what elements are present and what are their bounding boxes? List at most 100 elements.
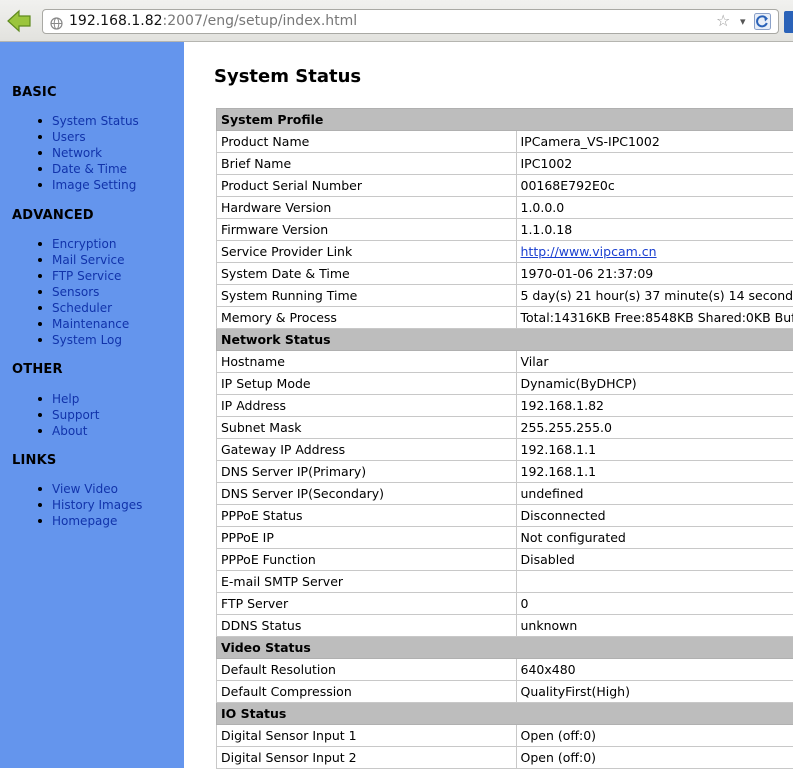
sidebar-item: Scheduler	[37, 300, 129, 316]
row-label: Product Serial Number	[217, 175, 517, 197]
extension-icon[interactable]	[784, 11, 793, 33]
sidebar-link-date-time[interactable]: Date & Time	[52, 162, 127, 176]
table-row: Service Provider Link http://www.vipcam.c…	[217, 241, 793, 263]
table-group-header: Video Status	[217, 637, 793, 659]
browser-toolbar: 192.168.1.82:2007/eng/setup/index.html ☆…	[0, 0, 793, 42]
service-provider-link[interactable]: http://www.vipcam.cn	[521, 244, 657, 259]
row-label: PPPoE Function	[217, 549, 517, 571]
sidebar-link-sensors[interactable]: Sensors	[52, 285, 99, 299]
row-value: 192.168.1.1	[516, 461, 793, 483]
section-title-basic: BASIC	[12, 85, 57, 100]
sidebar-link-view-video[interactable]: View Video	[52, 482, 118, 496]
nav-list-other: Help Support About	[37, 391, 99, 439]
row-label: Gateway IP Address	[217, 439, 517, 461]
row-label: IP Setup Mode	[217, 373, 517, 395]
sidebar-link-mail-service[interactable]: Mail Service	[52, 253, 125, 267]
row-value: 00168E792E0c	[516, 175, 793, 197]
row-value: Open (off:0)	[516, 725, 793, 747]
sidebar-item: Help	[37, 391, 99, 407]
url-path: :2007/eng/setup/index.html	[163, 13, 358, 29]
address-bar[interactable]: 192.168.1.82:2007/eng/setup/index.html ☆…	[42, 9, 779, 34]
row-label: Hardware Version	[217, 197, 517, 219]
table-row: E-mail SMTP Server	[217, 571, 793, 593]
sidebar-link-ftp-service[interactable]: FTP Service	[52, 269, 121, 283]
sidebar-link-network[interactable]: Network	[52, 146, 102, 160]
sidebar-link-encryption[interactable]: Encryption	[52, 237, 116, 251]
row-value: 640x480	[516, 659, 793, 681]
row-label: Default Resolution	[217, 659, 517, 681]
url-text: 192.168.1.82:2007/eng/setup/index.html	[69, 13, 357, 30]
row-value: 5 day(s) 21 hour(s) 37 minute(s) 14 seco…	[516, 285, 793, 307]
table-row: Brief NameIPC1002	[217, 153, 793, 175]
table-row: System Date & Time1970-01-06 21:37:09	[217, 263, 793, 285]
table-row: IP Setup ModeDynamic(ByDHCP)	[217, 373, 793, 395]
sidebar-link-scheduler[interactable]: Scheduler	[52, 301, 112, 315]
row-value: 1.0.0.0	[516, 197, 793, 219]
sidebar-item: Network	[37, 145, 139, 161]
table-row: DDNS Statusunknown	[217, 615, 793, 637]
row-value: 192.168.1.82	[516, 395, 793, 417]
row-value: Vilar	[516, 351, 793, 373]
table-row: FTP Server0	[217, 593, 793, 615]
back-arrow-icon[interactable]	[6, 9, 32, 33]
row-label: FTP Server	[217, 593, 517, 615]
sidebar-link-history-images[interactable]: History Images	[52, 498, 142, 512]
sidebar-link-support[interactable]: Support	[52, 408, 99, 422]
table-row: Gateway IP Address192.168.1.1	[217, 439, 793, 461]
row-label: IP Address	[217, 395, 517, 417]
sidebar-link-homepage[interactable]: Homepage	[52, 514, 117, 528]
sidebar-link-maintenance[interactable]: Maintenance	[52, 317, 129, 331]
row-value: undefined	[516, 483, 793, 505]
table-row: HostnameVilar	[217, 351, 793, 373]
row-label: System Running Time	[217, 285, 517, 307]
table-row: DNS Server IP(Primary)192.168.1.1	[217, 461, 793, 483]
row-value: 192.168.1.1	[516, 439, 793, 461]
row-value: 0	[516, 593, 793, 615]
table-group-header: IO Status	[217, 703, 793, 725]
bookmark-star-icon[interactable]: ☆	[716, 11, 730, 30]
table-row: System Running Time5 day(s) 21 hour(s) 3…	[217, 285, 793, 307]
table-row: Hardware Version1.0.0.0	[217, 197, 793, 219]
sidebar-link-image-setting[interactable]: Image Setting	[52, 178, 136, 192]
sidebar-item: View Video	[37, 481, 142, 497]
row-value: IPCamera_VS-IPC1002	[516, 131, 793, 153]
reload-icon[interactable]	[754, 13, 771, 30]
row-label: DDNS Status	[217, 615, 517, 637]
row-label: Digital Sensor Input 1	[217, 725, 517, 747]
table-group-header: Network Status	[217, 329, 793, 351]
row-label: DNS Server IP(Primary)	[217, 461, 517, 483]
table-row: Digital Sensor Input 1Open (off:0)	[217, 725, 793, 747]
row-value: http://www.vipcam.cn	[516, 241, 793, 263]
row-label: Firmware Version	[217, 219, 517, 241]
table-row: Default Resolution640x480	[217, 659, 793, 681]
globe-icon	[50, 15, 63, 28]
table-row: Product Serial Number00168E792E0c	[217, 175, 793, 197]
section-title-links: LINKS	[12, 453, 56, 468]
row-value: QualityFirst(High)	[516, 681, 793, 703]
sidebar-item: Homepage	[37, 513, 142, 529]
sidebar-link-users[interactable]: Users	[52, 130, 86, 144]
table-row: PPPoE StatusDisconnected	[217, 505, 793, 527]
group-heading: System Profile	[217, 109, 793, 131]
row-value: Open (off:0)	[516, 747, 793, 769]
row-value: 1.1.0.18	[516, 219, 793, 241]
sidebar-link-help[interactable]: Help	[52, 392, 79, 406]
sidebar-item: System Status	[37, 113, 139, 129]
sidebar-link-about[interactable]: About	[52, 424, 87, 438]
table-row: Default CompressionQualityFirst(High)	[217, 681, 793, 703]
group-heading: IO Status	[217, 703, 793, 725]
history-dropdown-icon[interactable]: ▾	[740, 15, 746, 28]
sidebar-link-system-status[interactable]: System Status	[52, 114, 139, 128]
sidebar-item: Image Setting	[37, 177, 139, 193]
row-value: IPC1002	[516, 153, 793, 175]
sidebar-link-system-log[interactable]: System Log	[52, 333, 122, 347]
row-value: unknown	[516, 615, 793, 637]
row-label: Service Provider Link	[217, 241, 517, 263]
row-value: Total:14316KB Free:8548KB Shared:0KB Buf…	[516, 307, 793, 329]
sidebar-item: Sensors	[37, 284, 129, 300]
group-heading: Video Status	[217, 637, 793, 659]
sidebar-item: System Log	[37, 332, 129, 348]
table-row: PPPoE IPNot configurated	[217, 527, 793, 549]
table-group-header: System Profile	[217, 109, 793, 131]
table-row: PPPoE FunctionDisabled	[217, 549, 793, 571]
